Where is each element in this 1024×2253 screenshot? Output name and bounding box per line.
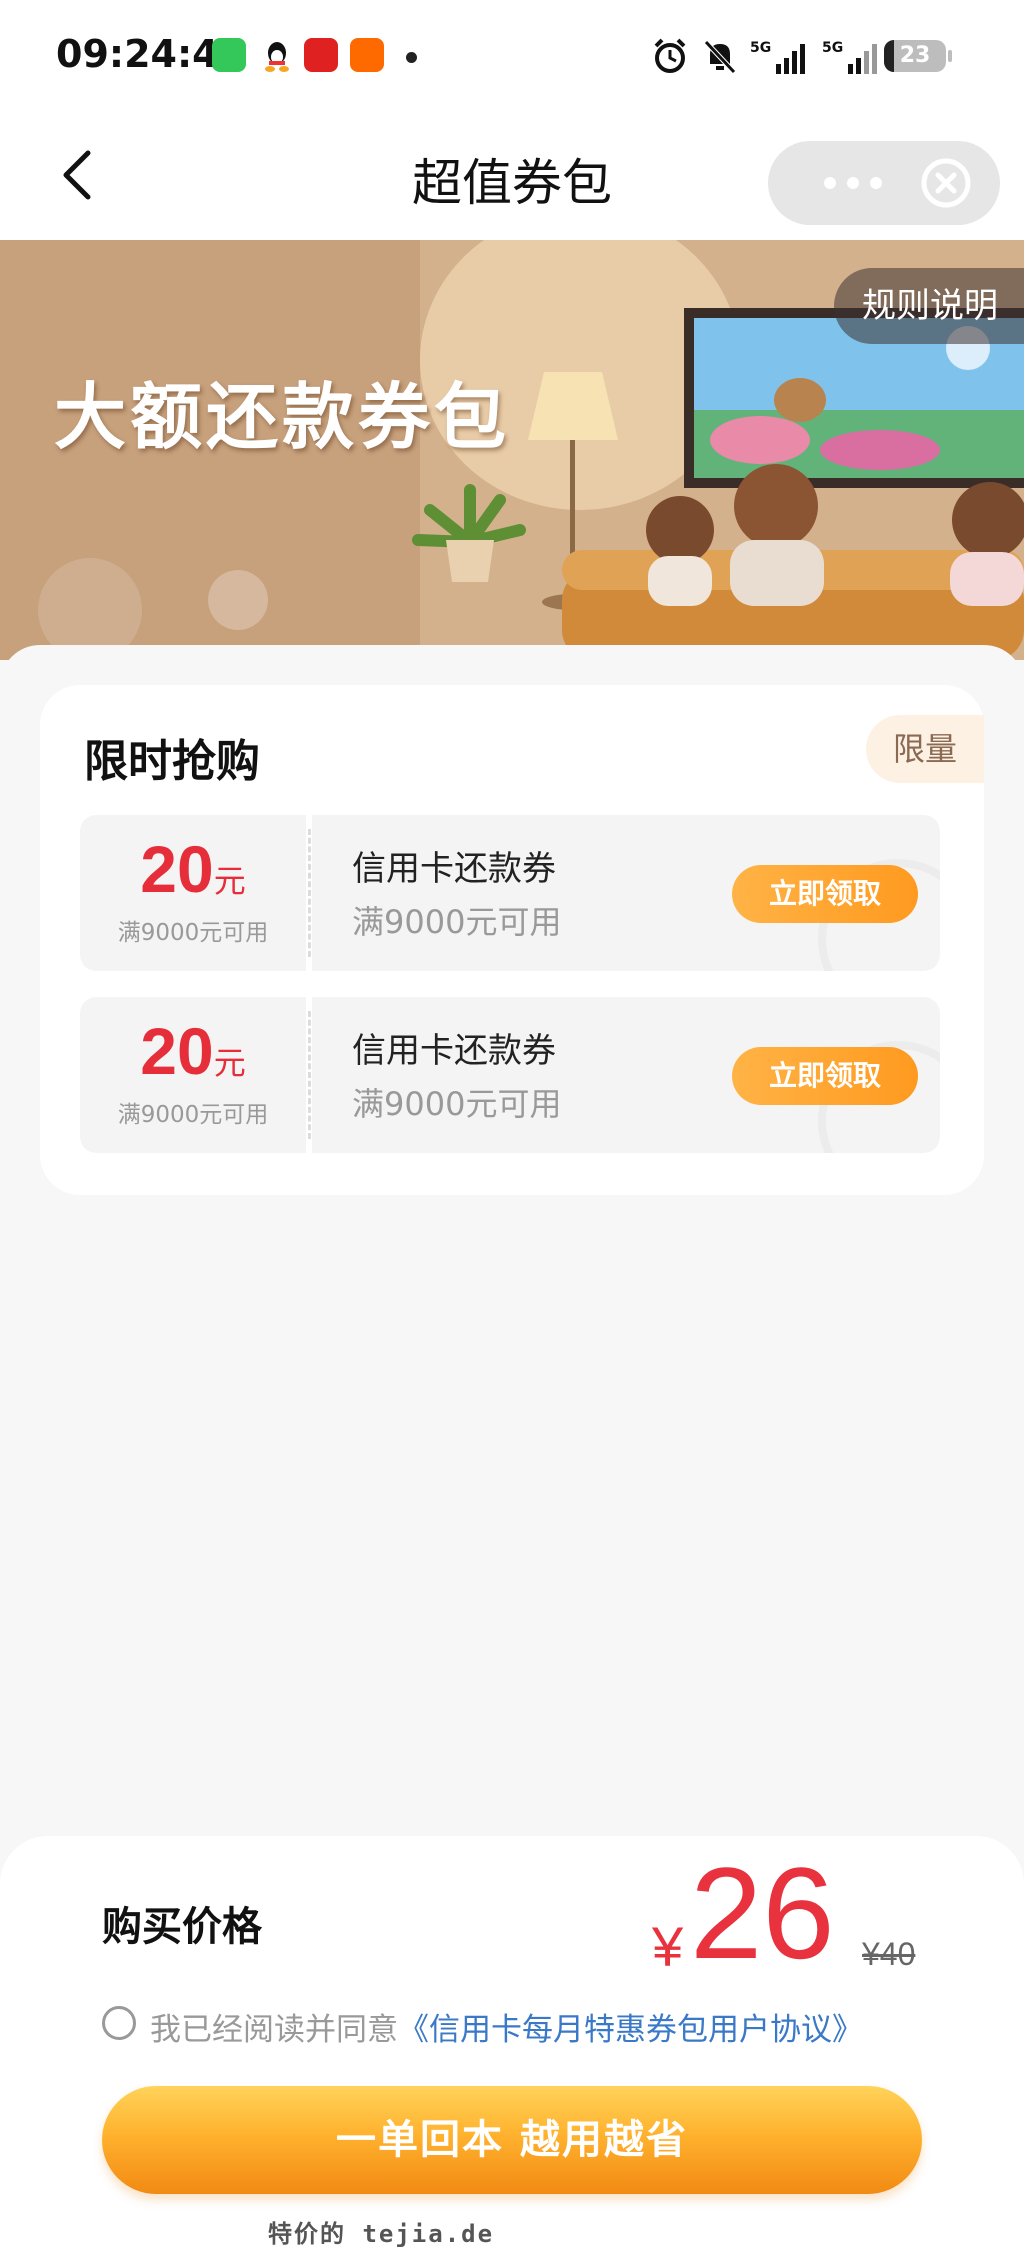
taobao-app-icon bbox=[350, 38, 384, 72]
coupon-name: 信用卡还款券 bbox=[352, 849, 556, 889]
coupon-amount-unit: 元 bbox=[213, 1044, 246, 1082]
coupon-condition-short: 满9000元可用 bbox=[117, 1102, 269, 1128]
banner-title: 大额还款券包 bbox=[54, 375, 511, 459]
signal-5g-1-icon: 5G bbox=[750, 40, 805, 74]
coupon-condition: 满9000元可用 bbox=[352, 1085, 562, 1123]
coupon-info-section: 信用卡还款券 满9000元可用 立即领取 bbox=[312, 997, 940, 1153]
close-icon[interactable] bbox=[918, 155, 974, 211]
coupon-divider bbox=[308, 1011, 311, 1139]
site-watermark: 特价的 tejia.de bbox=[268, 2220, 495, 2248]
silent-bell-icon bbox=[704, 40, 736, 74]
tmall-app-icon bbox=[304, 38, 338, 72]
agreement-link[interactable]: 《信用卡每月特惠券包用户协议》 bbox=[398, 2012, 863, 2048]
coupon-amount-unit: 元 bbox=[213, 862, 246, 900]
coupon-item: 20元 满9000元可用 信用卡还款券 满9000元可用 立即领取 bbox=[80, 997, 940, 1153]
hero-banner: 大额还款券包 规则说明 bbox=[0, 240, 1024, 660]
flash-sale-card: 限时抢购 限量 20元 满9000元可用 信用卡还款券 满9000元可用 立即领… bbox=[40, 685, 984, 1195]
limited-tag: 限量 bbox=[866, 715, 984, 783]
alarm-icon bbox=[654, 38, 686, 73]
claim-button[interactable]: 立即领取 bbox=[732, 1047, 918, 1105]
qq-app-icon bbox=[260, 38, 294, 72]
flash-sale-title: 限时抢购 bbox=[84, 736, 260, 787]
original-price: ¥40 bbox=[862, 1936, 916, 1972]
agreement-text: 我已经阅读并同意《信用卡每月特惠券包用户协议》 bbox=[150, 2004, 863, 2049]
current-price: 26 bbox=[690, 1840, 835, 1986]
svg-text:5G: 5G bbox=[822, 40, 843, 56]
status-bar: 09:24:49 5G 5G 23 bbox=[0, 0, 1024, 115]
coupon-value-section: 20元 满9000元可用 bbox=[80, 815, 306, 971]
mini-program-capsule bbox=[768, 141, 1000, 225]
coupon-amount: 20元 bbox=[80, 831, 306, 907]
coupon-condition-short: 满9000元可用 bbox=[117, 920, 269, 946]
coupon-value-section: 20元 满9000元可用 bbox=[80, 997, 306, 1153]
claim-button[interactable]: 立即领取 bbox=[732, 865, 918, 923]
agreement-radio[interactable] bbox=[102, 2006, 136, 2040]
coupon-name: 信用卡还款券 bbox=[352, 1031, 556, 1071]
coupon-condition: 满9000元可用 bbox=[352, 903, 562, 941]
more-icon[interactable] bbox=[808, 153, 898, 213]
coupon-item: 20元 满9000元可用 信用卡还款券 满9000元可用 立即领取 bbox=[80, 815, 940, 971]
notification-dot bbox=[406, 52, 417, 63]
price-currency: ¥ bbox=[652, 1915, 684, 1978]
coupon-divider bbox=[308, 829, 311, 957]
purchase-panel: 购买价格 ¥ 26 ¥40 我已经阅读并同意《信用卡每月特惠券包用户协议》 一单… bbox=[0, 1836, 1024, 2253]
coupon-info-section: 信用卡还款券 满9000元可用 立即领取 bbox=[312, 815, 940, 971]
battery-indicator: 23 bbox=[884, 40, 952, 72]
price-label: 购买价格 bbox=[102, 1904, 262, 1950]
messages-app-icon bbox=[212, 38, 246, 72]
buy-button[interactable]: 一单回本 越用越省 bbox=[102, 2086, 922, 2194]
agreement-prefix: 我已经阅读并同意 bbox=[150, 2012, 398, 2048]
signal-5g-2-icon: 5G bbox=[822, 40, 877, 74]
coupon-amount-number: 20 bbox=[140, 832, 214, 906]
coupon-amount-number: 20 bbox=[140, 1014, 214, 1088]
svg-text:5G: 5G bbox=[750, 40, 771, 56]
rules-button[interactable]: 规则说明 bbox=[834, 268, 1024, 344]
nav-bar: 超值券包 bbox=[0, 115, 1024, 240]
coupon-amount: 20元 bbox=[80, 1013, 306, 1089]
